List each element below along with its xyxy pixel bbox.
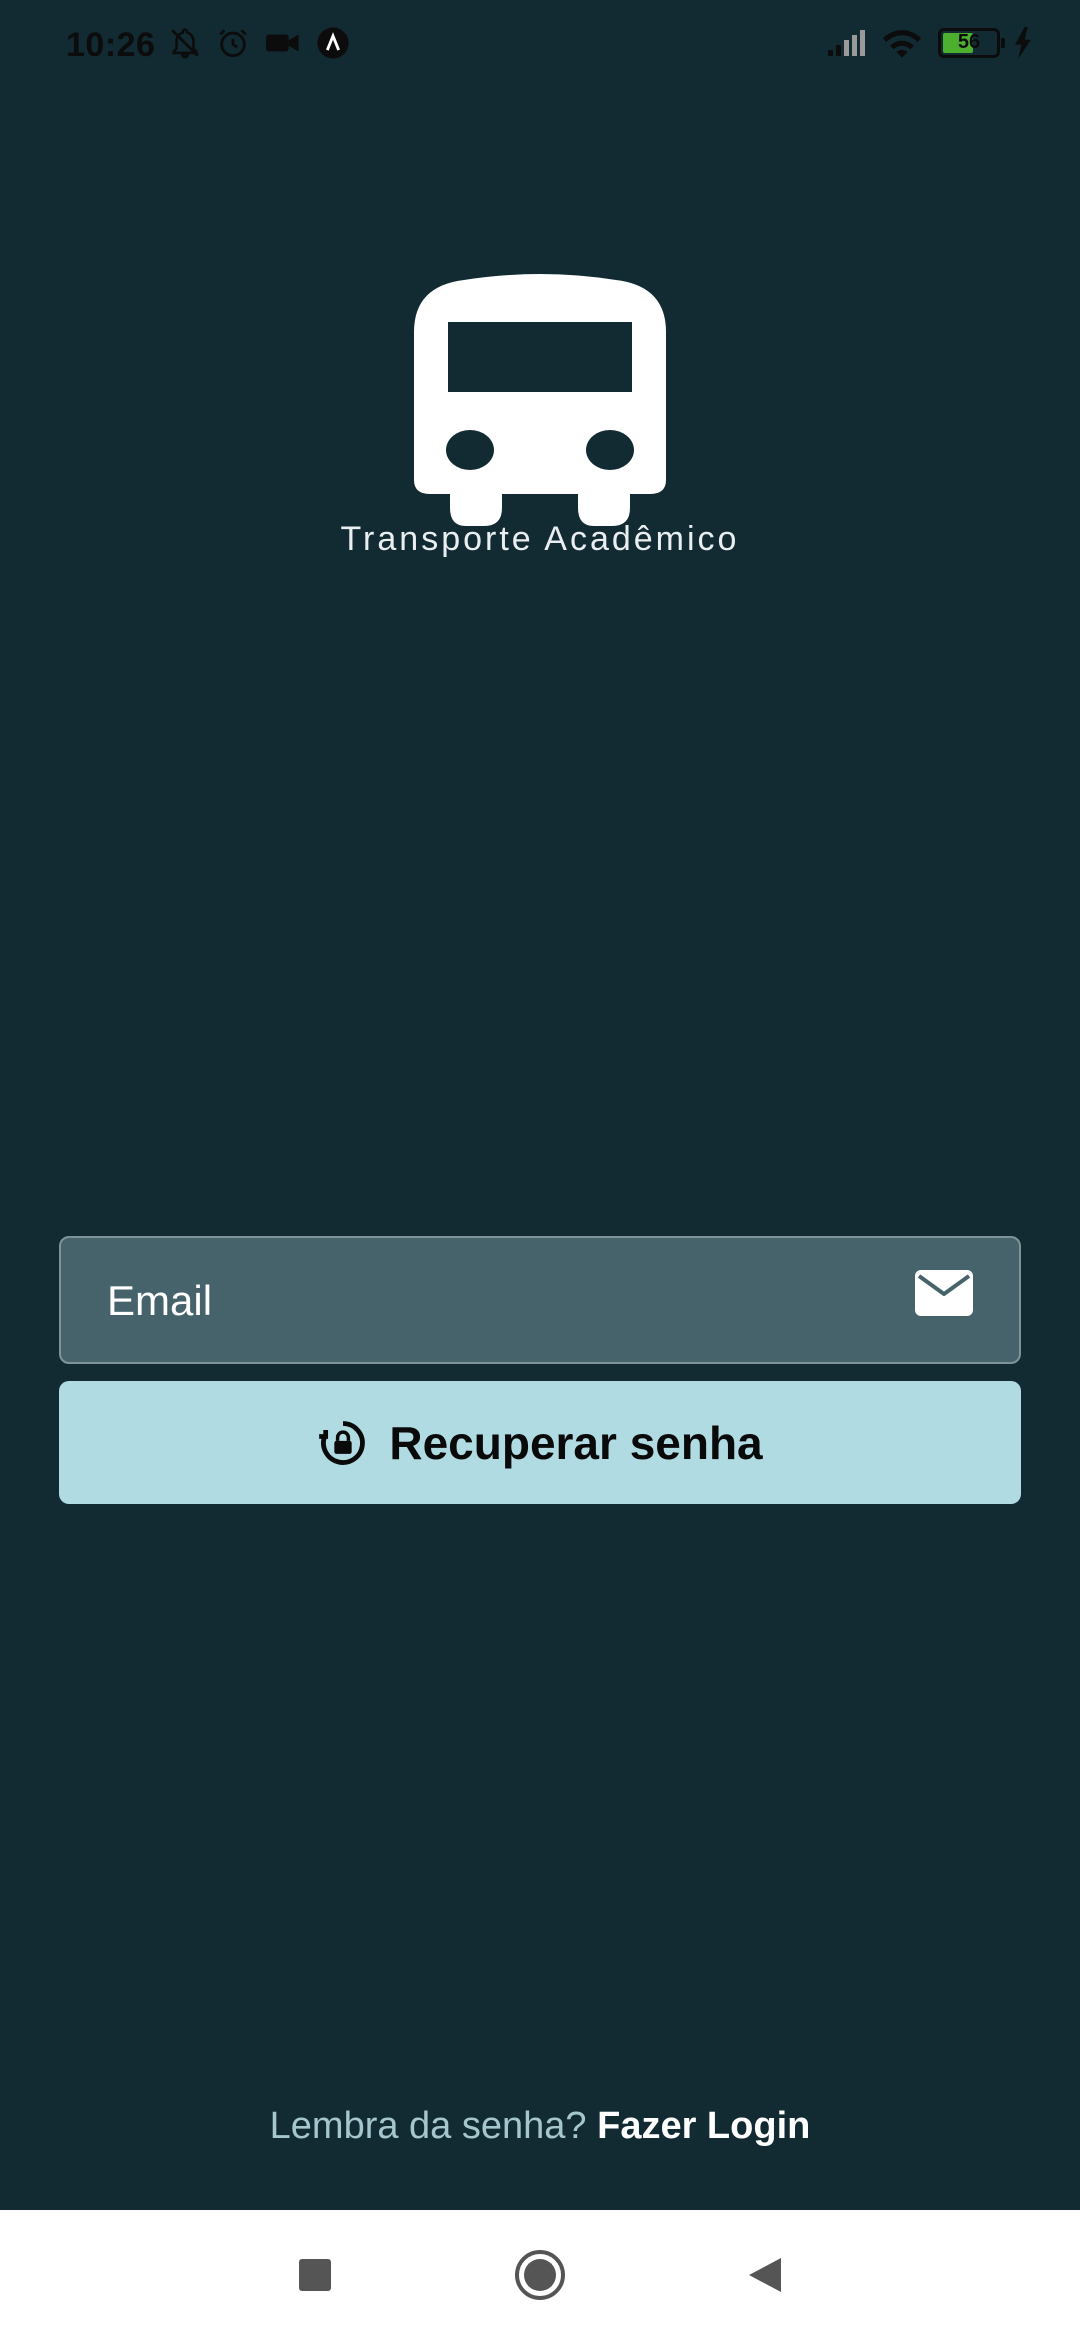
status-bar: 10:26 56 (0, 0, 1080, 96)
home-button[interactable] (480, 2210, 600, 2340)
status-time: 10:26 (66, 26, 156, 64)
navigation-bar (0, 2210, 1080, 2340)
recover-password-label: Recuperar senha (389, 1416, 763, 1469)
alarm-icon (219, 29, 247, 58)
signal-icon (828, 30, 865, 56)
battery-icon: 56 (938, 28, 1005, 58)
recents-icon (299, 2259, 331, 2291)
back-icon (749, 2258, 781, 2292)
bus-icon (414, 274, 666, 526)
email-field[interactable] (59, 1236, 1021, 1364)
recover-password-screen: 10:26 56 Transporte Acadêmico Email Recu… (0, 0, 1080, 2340)
login-link[interactable]: Fazer Login (597, 2105, 810, 2147)
recover-password-button[interactable]: Recuperar senha (59, 1381, 1021, 1504)
status-left-icons (168, 26, 350, 60)
charging-icon (1015, 27, 1031, 59)
app-a-icon (317, 27, 349, 59)
recents-button[interactable] (255, 2210, 375, 2340)
app-name: Transporte Acadêmico (340, 520, 740, 558)
status-right-icons: 56 (826, 26, 1032, 60)
login-prompt: Lembra da senha? Fazer Login (0, 2105, 1080, 2148)
wifi-icon (882, 30, 922, 58)
notifications-off-icon (171, 28, 199, 59)
video-camera-icon (266, 34, 299, 52)
lock-reset-icon (319, 1420, 366, 1465)
email-input[interactable] (105, 1238, 909, 1364)
remember-password-text: Lembra da senha? (269, 2105, 587, 2147)
mail-icon (915, 1270, 973, 1316)
home-icon (515, 2250, 565, 2300)
back-button[interactable] (704, 2210, 824, 2340)
battery-level: 56 (957, 31, 981, 53)
